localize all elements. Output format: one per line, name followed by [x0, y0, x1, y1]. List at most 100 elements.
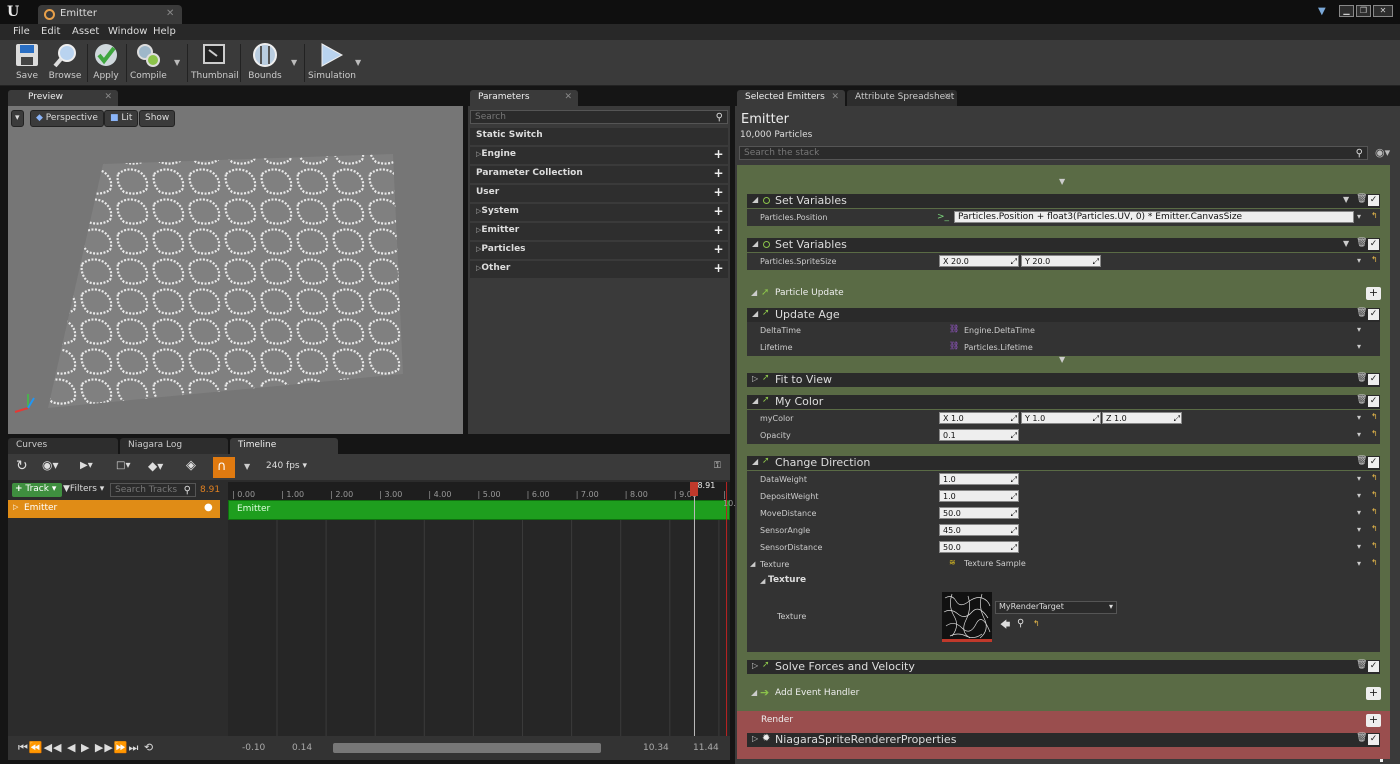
menu-asset[interactable]: Asset — [72, 26, 99, 37]
add-module-button[interactable]: + — [1366, 287, 1381, 300]
deposit-weight-input[interactable]: 1.0 ⤢ — [939, 490, 1019, 502]
minimize-button[interactable]: ▁ — [1339, 5, 1354, 17]
close-tab-icon[interactable]: ✕ — [166, 8, 174, 19]
section-particle-update[interactable]: ◢ ➚ Particle Update + — [747, 285, 1381, 303]
param-category-engine[interactable]: ▷Engine + — [470, 147, 728, 164]
dropdown-icon[interactable]: ▾ — [1357, 413, 1361, 422]
track-row-emitter[interactable]: ▷ Emitter ● — [8, 500, 220, 518]
reset-icon[interactable]: ↰ — [1371, 211, 1378, 220]
data-weight-input[interactable]: 1.0 ⤢ — [939, 473, 1019, 485]
render-target-dropdown[interactable]: MyRenderTarget ▾ — [995, 601, 1117, 614]
transport-controls[interactable]: ⏮⏪◀◀ ◀ ▶ ▶▶⏩⏭ ⟲ — [18, 741, 154, 755]
tab-timeline[interactable]: Timeline — [230, 438, 338, 454]
trash-icon[interactable]: 🗑 — [1356, 373, 1367, 383]
menu-file[interactable]: File — [13, 26, 30, 37]
dropdown-icon[interactable]: ▾ — [1357, 542, 1361, 551]
close-tab-icon[interactable]: ✕ — [831, 92, 839, 102]
reset-icon[interactable]: ↰ — [1371, 507, 1378, 516]
add-icon[interactable]: + — [713, 205, 724, 217]
dropdown-icon[interactable]: ▾ — [1357, 491, 1361, 500]
tab-niagara-log[interactable]: Niagara Log — [120, 438, 228, 454]
param-category-emitter[interactable]: ▷Emitter + — [470, 223, 728, 240]
module-my-color[interactable]: ◢ ➚ My Color 🗑 ✓ — [747, 395, 1380, 409]
show-button[interactable]: Show — [139, 110, 176, 127]
reset-icon[interactable]: ↰ — [1371, 558, 1378, 567]
enable-checkbox[interactable]: ✓ — [1368, 661, 1379, 672]
thumbnail-button[interactable]: Thumbnail — [191, 42, 239, 84]
dropdown-icon[interactable]: ▾ — [1357, 508, 1361, 517]
parameters-search-input[interactable]: Search ⚲ — [470, 110, 728, 124]
menu-help[interactable]: Help — [153, 26, 176, 37]
dropdown-icon[interactable]: ▾ — [1357, 342, 1361, 351]
search-tracks-input[interactable]: Search Tracks ⚲ — [110, 483, 196, 497]
close-tab-icon[interactable]: ✕ — [104, 92, 112, 102]
tab-preview[interactable]: Preview ✕ — [8, 90, 118, 106]
framerate-dropdown[interactable]: 240 fps ▾ — [266, 461, 307, 471]
section-render[interactable]: Render + — [747, 713, 1381, 729]
dropdown-icon[interactable]: ▾ — [1357, 430, 1361, 439]
filters-button[interactable]: ▼Filters ▾ — [63, 484, 104, 494]
collapse-arrow-icon[interactable]: ▼ — [1059, 177, 1065, 186]
preview-viewport[interactable]: ▾ ◆ Perspective ■ Lit Show — [8, 106, 463, 434]
browse-button[interactable]: Browse — [47, 42, 83, 84]
menu-edit[interactable]: Edit — [41, 26, 60, 37]
sprite-size-x-input[interactable]: X 20.0 ⤢ — [939, 255, 1019, 267]
trash-icon[interactable]: 🗑 — [1356, 456, 1367, 466]
dropdown-icon[interactable]: ▾ — [1357, 525, 1361, 534]
key-icon[interactable]: ◆▾ — [148, 459, 163, 473]
trash-icon[interactable]: 🗑 — [1356, 395, 1367, 405]
sprite-size-y-input[interactable]: Y 20.0 ⤢ — [1021, 255, 1101, 267]
enable-checkbox[interactable]: ✓ — [1368, 734, 1379, 745]
reset-icon[interactable]: ↰ — [1371, 473, 1378, 482]
menu-window[interactable]: Window — [108, 26, 147, 37]
enable-checkbox[interactable]: ✓ — [1368, 374, 1379, 385]
lit-button[interactable]: ■ Lit — [104, 110, 139, 127]
enable-checkbox[interactable]: ✓ — [1368, 309, 1379, 320]
module-sprite-renderer[interactable]: ▷ ✹ NiagaraSpriteRendererProperties 🗑 ✓ — [747, 733, 1380, 747]
playback-range-end[interactable]: 10.34 — [643, 743, 669, 753]
snap-toggle[interactable]: ∩ — [213, 457, 235, 478]
dropdown-icon[interactable]: ▾ — [1357, 212, 1361, 221]
dropdown-icon[interactable]: ▾ — [1357, 325, 1361, 334]
view-range-start[interactable]: -0.10 — [242, 743, 265, 753]
module-options-icon[interactable]: ▼ — [1343, 239, 1349, 248]
module-fit-to-view[interactable]: ▷ ➚ Fit to View 🗑 ✓ — [747, 373, 1380, 387]
document-tab[interactable]: Emitter ✕ — [38, 5, 182, 24]
module-set-variables-spritesize[interactable]: ◢ Set Variables ▼ 🗑 ✓ — [747, 238, 1380, 252]
enable-checkbox[interactable]: ✓ — [1368, 239, 1379, 250]
browse-icon[interactable]: ⚲ — [1017, 618, 1024, 629]
trash-icon[interactable]: 🗑 — [1356, 660, 1367, 670]
add-event-button[interactable]: + — [1366, 687, 1381, 700]
add-icon[interactable]: + — [713, 224, 724, 236]
track-options-icon[interactable]: ● — [204, 502, 213, 513]
perspective-button[interactable]: ◆ Perspective — [30, 110, 104, 127]
simulation-options-dropdown[interactable]: ▼ — [355, 58, 361, 67]
module-set-variables-position[interactable]: ◢ Set Variables ▼ 🗑 ✓ — [747, 194, 1380, 208]
add-renderer-button[interactable]: + — [1366, 714, 1381, 727]
param-category-static-switch[interactable]: Static Switch — [470, 128, 728, 145]
enable-checkbox[interactable]: ✓ — [1368, 457, 1379, 468]
param-category-parameter-collection[interactable]: Parameter Collection + — [470, 166, 728, 183]
render-target-thumbnail[interactable] — [942, 592, 992, 642]
opacity-input[interactable]: 0.1 ⤢ — [939, 429, 1019, 441]
loop-icon[interactable]: ↻ — [16, 458, 28, 474]
bounds-button[interactable]: Bounds — [245, 42, 285, 84]
param-category-other[interactable]: ▷Other + — [470, 261, 728, 278]
view-range-end[interactable]: 11.44 — [693, 743, 719, 753]
notification-icon[interactable]: ▼ — [1318, 6, 1326, 17]
move-distance-input[interactable]: 50.0 ⤢ — [939, 507, 1019, 519]
tab-attribute-spreadsheet[interactable]: Attribute Spreadsheet ✕ — [847, 90, 957, 106]
trash-icon[interactable]: 🗑 — [1356, 733, 1367, 743]
close-tab-icon[interactable]: ✕ — [564, 92, 572, 102]
trash-icon[interactable]: 🗑 — [1356, 238, 1367, 248]
module-update-age[interactable]: ◢ ➚ Update Age 🗑 ✓ — [747, 308, 1380, 322]
close-tab-icon[interactable]: ✕ — [943, 92, 951, 102]
color-z-input[interactable]: Z 1.0 ⤢ — [1102, 412, 1182, 424]
reset-icon[interactable]: ↰ — [1371, 490, 1378, 499]
add-icon[interactable]: + — [713, 262, 724, 274]
lock-icon[interactable]: ⚿ — [714, 461, 721, 471]
snap-options-dropdown[interactable]: ▼ — [244, 462, 250, 471]
sensor-angle-input[interactable]: 45.0 ⤢ — [939, 524, 1019, 536]
compile-options-dropdown[interactable]: ▼ — [174, 58, 180, 67]
collapse-arrow-icon[interactable]: ▼ — [1059, 355, 1065, 364]
